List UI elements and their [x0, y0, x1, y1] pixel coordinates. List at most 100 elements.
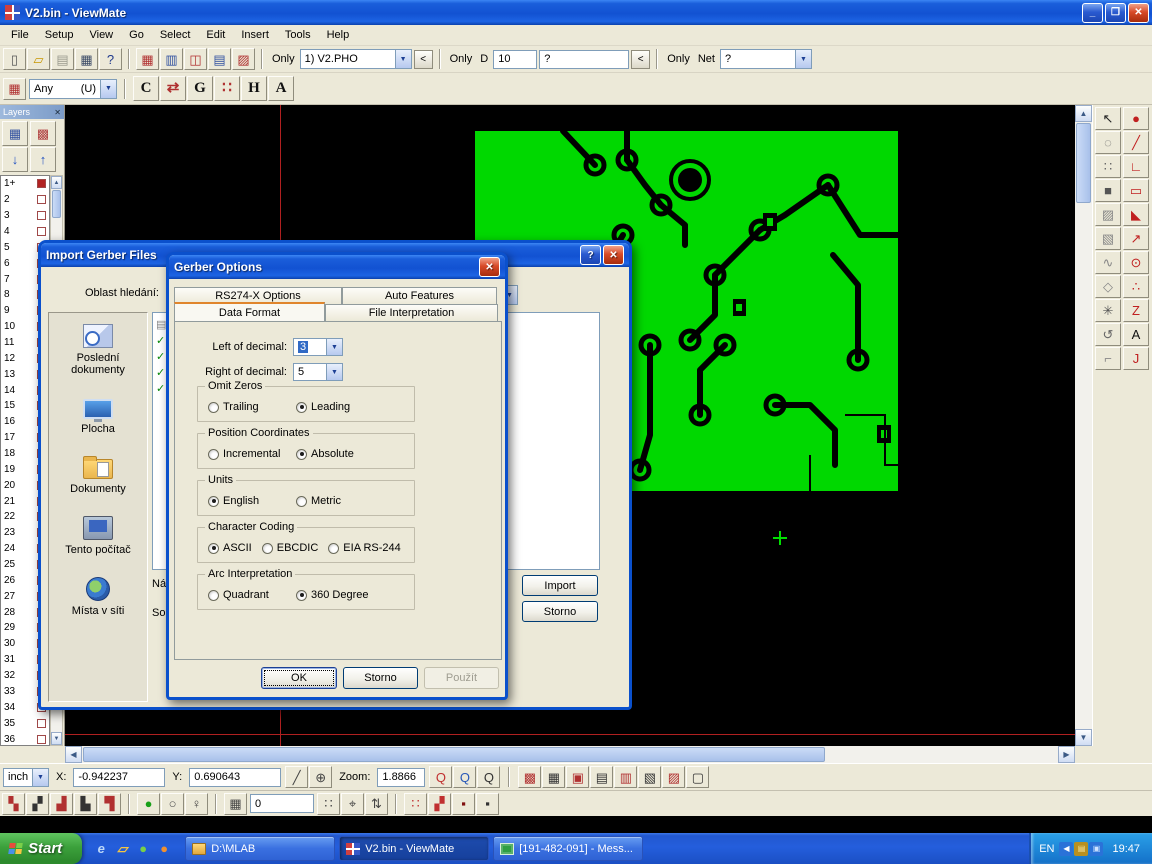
group-tool-icon[interactable]: G [187, 76, 213, 101]
swap-tool-icon[interactable]: ⇄ [160, 76, 186, 101]
dot-pattern-1-icon[interactable]: ∷ [404, 793, 427, 815]
radio-option[interactable]: Absolute [296, 448, 354, 460]
ok-button[interactable]: OK [261, 667, 337, 689]
radio-option[interactable]: EBCDIC [262, 542, 319, 554]
dot-pattern-4-icon[interactable]: ▪ [476, 793, 499, 815]
radio-icon[interactable] [296, 590, 307, 601]
menu-go[interactable]: Go [121, 26, 152, 44]
taskbar-item-viewmate[interactable]: V2.bin - ViewMate [339, 836, 489, 861]
hidden-icons-chevron[interactable]: ◀ [1059, 842, 1073, 856]
origin-icon[interactable]: ⊕ [309, 766, 332, 788]
scroll-down-icon[interactable]: ▼ [1075, 729, 1092, 746]
layer-color-swatch[interactable] [37, 719, 46, 728]
radio-icon[interactable] [296, 449, 307, 460]
tab-auto-features[interactable]: Auto Features [342, 287, 497, 304]
menu-select[interactable]: Select [152, 26, 199, 44]
open-folder-icon[interactable]: ▱ [27, 48, 50, 70]
context-help-icon[interactable]: ? [99, 48, 122, 70]
save-icon[interactable]: ▤ [51, 48, 74, 70]
layer-color-swatch[interactable] [37, 211, 46, 220]
draw-polygon-icon[interactable]: ◣ [1123, 203, 1149, 226]
view-traces-icon[interactable]: ▤ [590, 766, 613, 788]
cancel-button[interactable]: Storno [343, 667, 418, 689]
scroll-right-icon[interactable]: ▶ [1058, 746, 1075, 763]
film-table-icon[interactable]: ▤ [208, 48, 231, 70]
dialog-close-button[interactable]: ✕ [603, 245, 624, 265]
right-of-decimal-combo[interactable]: 5 ▼ [293, 363, 343, 381]
pad-style-5-icon[interactable]: ▜ [98, 793, 121, 815]
radio-icon[interactable] [208, 590, 219, 601]
restore-button[interactable]: ❐ [1105, 3, 1126, 23]
media-app-icon[interactable]: ● [134, 840, 152, 858]
count-field[interactable]: 0 [250, 794, 314, 813]
layer-row[interactable]: 3 [1, 208, 49, 224]
close-button[interactable]: ✕ [1128, 3, 1149, 23]
radio-option[interactable]: EIA RS-244 [328, 542, 400, 554]
measure-icon[interactable]: ╱ [285, 766, 308, 788]
place-documents[interactable]: Dokumenty [49, 445, 147, 505]
zoom-in-icon[interactable]: Q [453, 766, 476, 788]
dropdown-arrow-icon[interactable]: ▼ [326, 339, 342, 355]
print-icon[interactable]: ▦ [75, 48, 98, 70]
ie-icon[interactable]: e [92, 840, 110, 858]
radio-icon[interactable] [296, 496, 307, 507]
radio-option[interactable]: Quadrant [208, 589, 286, 601]
dcode-query-input[interactable]: ? [539, 50, 629, 69]
layer-combo[interactable]: 1) V2.PHO ▼ [300, 49, 412, 69]
radio-option[interactable]: Trailing [208, 401, 286, 413]
composite-view-icon[interactable]: ▨ [232, 48, 255, 70]
only-layer-label[interactable]: Only [269, 53, 298, 65]
dropdown-arrow-icon[interactable]: ▼ [32, 769, 48, 786]
radio-icon[interactable] [328, 543, 339, 554]
zoom-value[interactable]: 1.8866 [377, 768, 425, 787]
layers-panel-header[interactable]: Layers ✕ [0, 105, 64, 119]
radio-icon[interactable] [296, 402, 307, 413]
text-tool-icon[interactable]: A [268, 76, 294, 101]
place-my-computer[interactable]: Tento počítač [49, 505, 147, 566]
taskbar-item-mlab[interactable]: D:\MLAB [185, 836, 335, 861]
dropdown-arrow-icon[interactable]: ▼ [326, 364, 342, 380]
scroll-thumb[interactable] [83, 747, 825, 762]
prev-dcode-button[interactable]: < [631, 50, 650, 69]
draw-curve-icon[interactable]: ∿ [1095, 251, 1121, 274]
view-drill-icon[interactable]: ▨ [662, 766, 685, 788]
highlight-tool-icon[interactable]: H [241, 76, 267, 101]
gerber-close-button[interactable]: ✕ [479, 257, 500, 277]
minimize-button[interactable]: _ [1082, 3, 1103, 23]
place-recent-docs[interactable]: Poslední dokumenty [49, 313, 147, 386]
folder-quick-icon[interactable]: ▱ [113, 840, 131, 858]
menu-help[interactable]: Help [319, 26, 358, 44]
left-of-decimal-combo[interactable]: 3 ▼ [293, 338, 343, 356]
rotate-tool-icon[interactable]: ↺ [1095, 323, 1121, 346]
hatch-icon[interactable]: ▨ [1095, 203, 1121, 226]
only-dcode-label[interactable]: Only [447, 53, 476, 65]
hatch-alt-icon[interactable]: ▧ [1095, 227, 1121, 250]
pad-style-2-icon[interactable]: ▞ [26, 793, 49, 815]
radio-icon[interactable] [208, 543, 219, 554]
hook-tool-icon[interactable]: J [1123, 347, 1149, 370]
select-cursor-icon[interactable]: ↖ [1095, 107, 1121, 130]
import-cancel-button[interactable]: Storno [522, 601, 598, 622]
radio-icon[interactable] [208, 402, 219, 413]
net-combo[interactable]: ? ▼ [720, 49, 812, 69]
layers-panel-close-icon[interactable]: ✕ [54, 108, 61, 117]
scroll-down-icon[interactable]: ▼ [51, 732, 62, 745]
zoom-window-icon[interactable]: Q [477, 766, 500, 788]
move-layer-down-icon[interactable]: ↓ [2, 147, 28, 172]
language-indicator[interactable]: EN [1039, 843, 1054, 855]
scroll-thumb[interactable] [1076, 123, 1091, 203]
view-pads-icon[interactable]: ▣ [566, 766, 589, 788]
apply-button[interactable]: Použít [424, 667, 499, 689]
dot-pattern-3-icon[interactable]: ▪ [452, 793, 475, 815]
taskbar-item-message[interactable]: [191-482-091] - Mess... [493, 836, 643, 861]
select-filter-combo[interactable]: Any (U) ▼ [29, 79, 117, 99]
menu-tools[interactable]: Tools [277, 26, 319, 44]
dropdown-arrow-icon[interactable]: ▼ [100, 80, 116, 98]
tab-file-interpretation[interactable]: File Interpretation [325, 304, 498, 321]
tab-data-format[interactable]: Data Format [174, 302, 325, 321]
unit-combo[interactable]: inch ▼ [3, 768, 49, 787]
add-pad-icon[interactable]: ● [1123, 107, 1149, 130]
layer-row[interactable]: 36 [1, 731, 49, 746]
dropdown-arrow-icon[interactable]: ▼ [795, 50, 811, 68]
dialog-help-button[interactable]: ? [580, 245, 601, 265]
